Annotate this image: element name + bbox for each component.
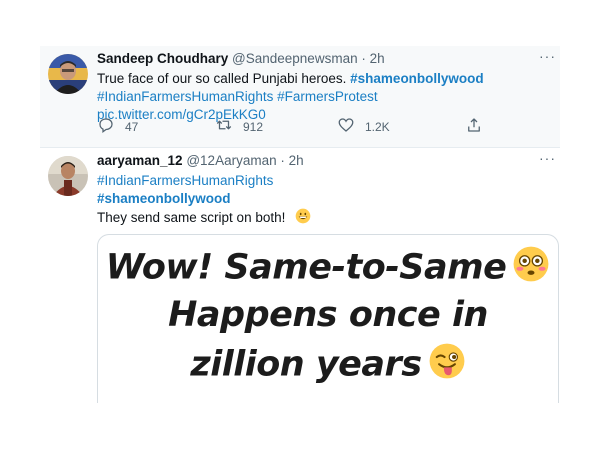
avatar[interactable] [48,54,88,94]
media-image[interactable]: Wow! Same-to-Same Happens once in zillio… [97,234,559,403]
hashtag-farmersprotest[interactable]: #FarmersProtest [277,89,378,104]
reply-icon [97,116,125,137]
tweet-header: Sandeep Choudhary @Sandeepnewsman · 2h [97,50,550,68]
media-text-line: Happens once in [168,295,488,335]
tweet-sandeep[interactable]: ··· Sandeep Choudhary @Sandeepnewsman · … [40,46,560,148]
share-button[interactable] [465,116,493,137]
share-icon [465,116,493,137]
separator: · [361,51,366,66]
media-text-line: zillion years [98,342,558,389]
timestamp[interactable]: 2h [370,51,385,66]
display-name[interactable]: Sandeep Choudhary [97,51,228,66]
winking-tongue-emoji [428,342,466,389]
hashtag-indianfarmershumanrights[interactable]: #IndianFarmersHumanRights [97,173,273,188]
avatar[interactable] [48,156,88,196]
tweet-text-plain: They send same script on both! [97,210,290,226]
media-text-line: Wow! Same-to-Same [98,245,558,292]
retweet-button[interactable]: 912 [215,116,263,137]
tweet-header: aaryaman_12 @12Aaryaman · 2h [97,152,550,170]
flushed-emoji [512,245,550,292]
hashtag-indianfarmershumanrights[interactable]: #IndianFarmersHumanRights [97,89,273,104]
tweet-actions: 47 912 1.2K [97,116,537,136]
reply-count: 47 [125,119,139,134]
hashtag-shameonbollywood[interactable]: #shameonbollywood [97,191,231,206]
tweet-text: #IndianFarmersHumanRights #shameonbollyw… [97,172,550,229]
reply-button[interactable]: 47 [97,116,138,137]
grinning-emoji [295,208,311,229]
tweet-aaryaman[interactable]: ··· aaryaman_12 @12Aaryaman · 2h #Indian… [40,148,560,408]
like-button[interactable]: 1.2K [337,116,390,137]
timestamp[interactable]: 2h [289,153,304,168]
heart-icon [337,116,365,137]
retweet-icon [215,116,243,137]
hashtag-shameonbollywood[interactable]: #shameonbollywood [350,71,484,86]
user-handle[interactable]: @12Aaryaman [186,153,276,168]
like-count: 1.2K [365,119,390,134]
tweet-text-plain: True face of our so called Punjabi heroe… [97,71,351,86]
user-handle[interactable]: @Sandeepnewsman [232,51,358,66]
display-name[interactable]: aaryaman_12 [97,153,183,168]
twitter-feed: ··· Sandeep Choudhary @Sandeepnewsman · … [0,0,600,450]
separator: · [280,153,285,168]
retweet-count: 912 [243,119,264,134]
